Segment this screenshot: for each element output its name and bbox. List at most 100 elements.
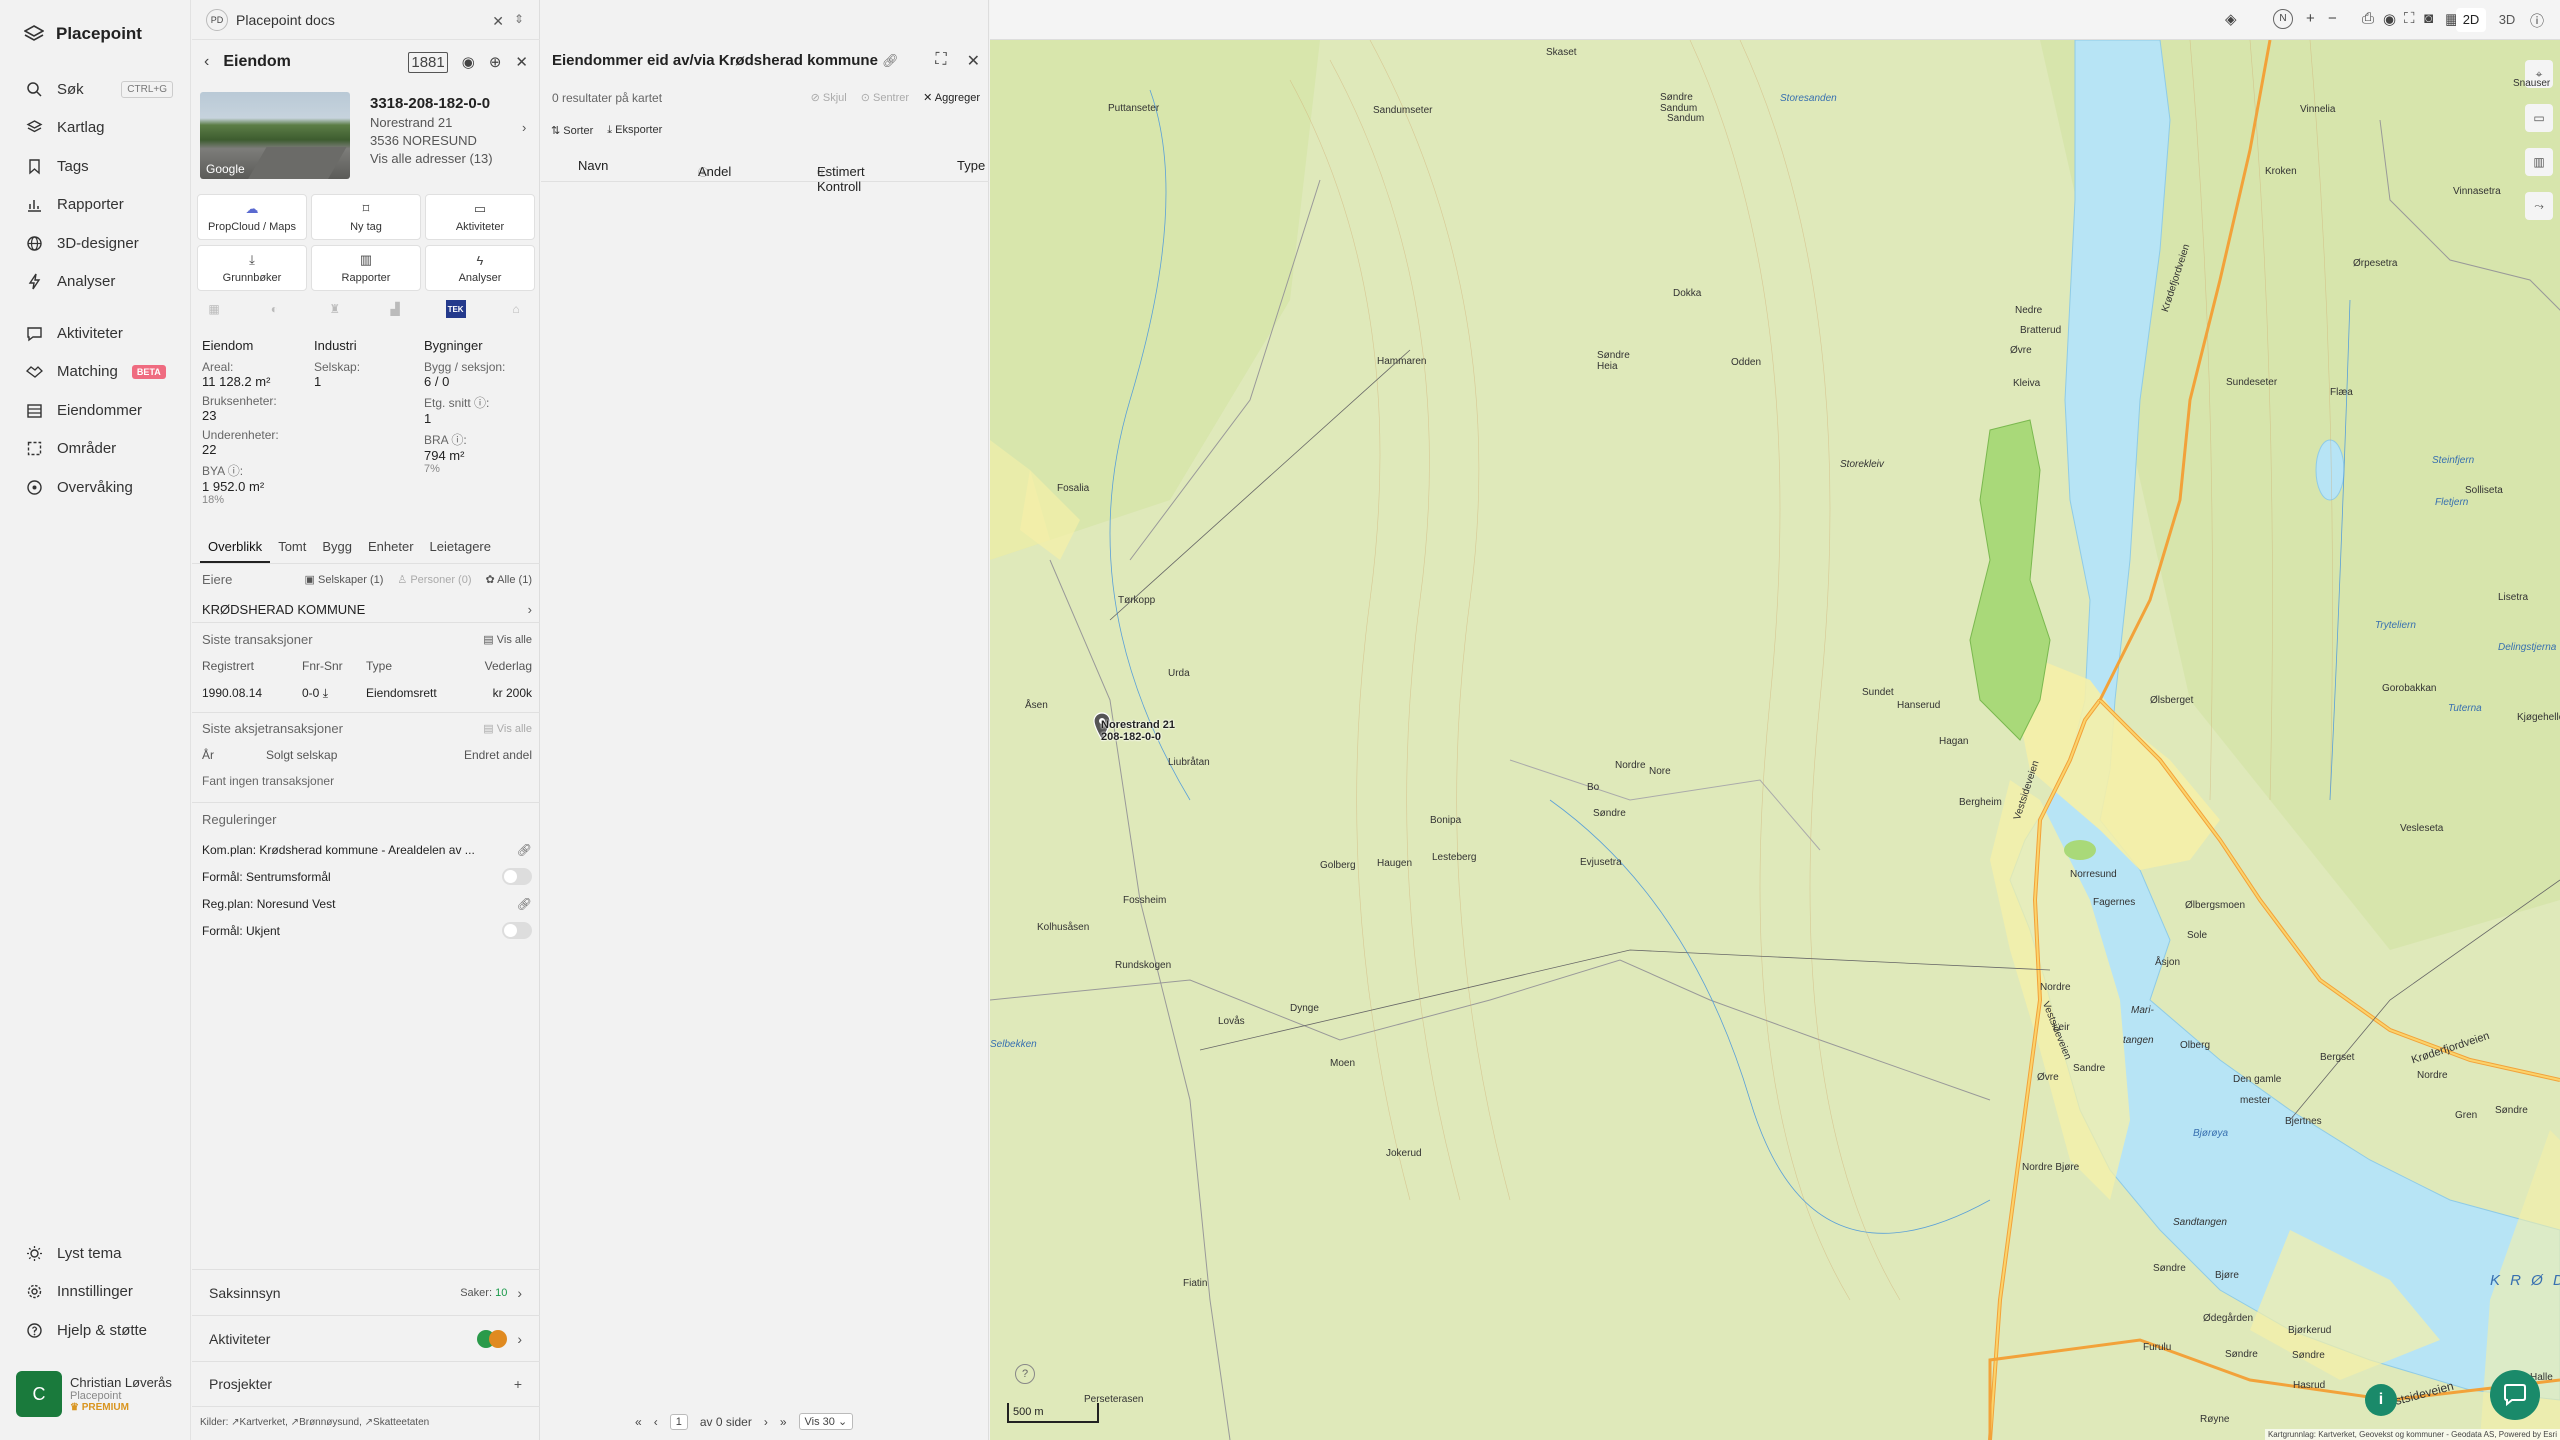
nav-item-eiendommer[interactable]: Eiendommer (0, 391, 191, 430)
link-icon[interactable]: 🔗︎ (517, 897, 532, 911)
filter-companies[interactable]: ▣ Selskaper (1) (305, 573, 384, 586)
center-button[interactable]: ⊙ Sentrer (861, 91, 909, 104)
source-globe-icon[interactable]: ◐ (264, 300, 284, 318)
source-tek-icon[interactable]: TEK (445, 300, 466, 318)
activities-button[interactable]: ▭ Aktiviteter (425, 194, 535, 240)
filter-persons[interactable]: ♙ Personer (0) (397, 573, 471, 586)
link-icon[interactable]: 🔗︎ (882, 53, 899, 68)
column-header-navn[interactable]: Navn (578, 158, 608, 173)
nav-item-3d-designer[interactable]: 3D-designer (0, 224, 191, 263)
fullscreen-icon[interactable]: ⛶ (2404, 10, 2415, 27)
mode-2d-button[interactable]: 2D (2456, 8, 2486, 32)
aktiviteter-row[interactable]: Aktiviteter › (192, 1315, 540, 1361)
source-link[interactable]: Skatteetaten (373, 1417, 429, 1428)
profile-tool-icon[interactable]: ⤳ (2525, 192, 2553, 220)
expand-icon[interactable]: ⛶ (935, 51, 946, 71)
chevron-updown-icon[interactable]: ⇕ (514, 12, 524, 26)
next-page-icon[interactable]: › (764, 1415, 768, 1429)
source-link[interactable]: Kartverket, (240, 1417, 288, 1428)
download-icon[interactable]: ⤓ (323, 686, 328, 700)
add-project-button[interactable]: + (514, 1376, 522, 1392)
camera-icon[interactable]: ◙ (2424, 10, 2433, 27)
prosjekter-row[interactable]: Prosjekter + (192, 1361, 540, 1407)
add-circle-icon[interactable]: ⊕ (489, 53, 502, 71)
mode-3d-button[interactable]: 3D (2492, 8, 2522, 32)
tab-overblikk[interactable]: Overblikk (200, 532, 271, 563)
per-page-select[interactable]: Vis 30 ⌄ (798, 1413, 854, 1430)
table-row[interactable]: 1990.08.14 0-0 ⤓ Eiendomsrett kr 200k (202, 684, 532, 702)
filter-all[interactable]: ✿ Alle (1) (485, 573, 532, 586)
docs-title[interactable]: Placepoint docs (236, 12, 335, 28)
nav-item-analyser[interactable]: Analyser (0, 263, 191, 302)
regulation-toggle[interactable] (502, 922, 532, 939)
link-icon[interactable]: 🔗︎ (517, 843, 532, 857)
chart-tool-icon[interactable]: ▥ (2525, 148, 2553, 176)
nav-item-kartlag[interactable]: Kartlag (0, 109, 191, 148)
tab-leietagere[interactable]: Leietagere (422, 532, 499, 563)
nav-item-lyst-tema[interactable]: Lyst tema (0, 1234, 191, 1273)
layers-stack-icon[interactable]: ◈ (2225, 10, 2237, 28)
user-profile[interactable]: C Christian Løverås Placepoint ♛ PREMIUM (16, 1368, 180, 1420)
nav-item-matching[interactable]: Matching BETA (0, 353, 191, 392)
info-icon[interactable]: ⓘ (2530, 11, 2544, 31)
column-header-type[interactable]: Type (957, 158, 985, 173)
map-canvas[interactable] (990, 0, 2560, 1440)
first-page-icon[interactable]: « (635, 1415, 642, 1429)
chevron-right-icon[interactable]: › (522, 120, 526, 135)
street-address[interactable]: Norestrand 21 (370, 115, 493, 130)
aggregate-button[interactable]: ✕ Aggreger (923, 91, 980, 104)
eye-icon[interactable]: ◉ (462, 53, 475, 71)
export-button[interactable]: ⤓ Eksporter (607, 124, 662, 137)
map-view[interactable]: ◈ N + − ⎙ ◉ ⛶ ◙ ▦ ⌑ 2D 3D ⓘ ⌖ ▭ ▥ ⤳ Skas… (990, 0, 2560, 1440)
propcloud-button[interactable]: ☁ PropCloud / Maps (197, 194, 307, 240)
analyses-button[interactable]: ϟ Analyser (425, 245, 535, 291)
badge-1881-icon[interactable]: 1881 (408, 51, 448, 73)
source-br-icon[interactable]: ▦ (204, 300, 224, 318)
new-tag-button[interactable]: ⌑ Ny tag (311, 194, 421, 240)
regulation-row[interactable]: Formål: Sentrumsformål (202, 863, 532, 890)
eye-icon[interactable]: ◉ (2383, 10, 2396, 28)
zoom-in-icon[interactable]: + (2306, 10, 2315, 27)
zoom-out-icon[interactable]: − (2328, 10, 2337, 27)
nav-item-rapporter[interactable]: Rapporter (0, 186, 191, 225)
close-icon[interactable]: ✕ (967, 51, 980, 71)
app-logo[interactable]: Placepoint (24, 20, 142, 48)
close-icon[interactable]: ✕ (515, 53, 528, 71)
page-input[interactable]: 1 (669, 1413, 688, 1430)
grunnboker-button[interactable]: ⤓ Grunnbøker (197, 245, 307, 291)
last-page-icon[interactable]: » (780, 1415, 787, 1429)
all-addresses-link[interactable]: Vis alle adresser (13) (370, 151, 493, 166)
nav-item-tags[interactable]: Tags (0, 147, 191, 186)
info-button[interactable]: i (2365, 1384, 2397, 1416)
nav-item-innstillinger[interactable]: Innstillinger (0, 1273, 191, 1312)
nav-item-sok[interactable]: Søk CTRL+G (0, 70, 191, 109)
show-all-transactions[interactable]: ▤ Vis alle (483, 633, 532, 646)
sort-button[interactable]: ⇅ Sorter (551, 124, 593, 137)
source-home-icon[interactable]: ⌂ (506, 300, 526, 318)
reports-button[interactable]: ▥ Rapporter (311, 245, 421, 291)
compass-north-icon[interactable]: N (2273, 9, 2293, 29)
nav-item-overvaking[interactable]: Overvåking (0, 468, 191, 507)
street-view-photo[interactable]: Google (200, 92, 350, 179)
regulation-toggle[interactable] (502, 868, 532, 885)
tab-enheter[interactable]: Enheter (360, 532, 422, 563)
nav-item-omrader[interactable]: Områder (0, 430, 191, 469)
nav-item-aktiviteter[interactable]: Aktiviteter (0, 314, 191, 353)
prev-page-icon[interactable]: ‹ (654, 1415, 658, 1429)
back-icon[interactable]: ‹ (204, 53, 209, 71)
regulation-row[interactable]: Formål: Ukjent (202, 917, 532, 944)
source-industry-icon[interactable]: ♜ (325, 300, 345, 318)
regulation-row[interactable]: Reg.plan: Noresund Vest 🔗︎ (202, 890, 532, 917)
close-icon[interactable]: ✕ (492, 13, 504, 30)
tab-bygg[interactable]: Bygg (314, 532, 360, 563)
saksinnsyn-row[interactable]: Saksinnsyn Saker: 10 › (192, 1269, 540, 1315)
chat-button[interactable] (2490, 1370, 2540, 1420)
ruler-icon[interactable]: ▭ (2525, 104, 2553, 132)
show-all-share-transactions[interactable]: ▤ Vis alle (483, 722, 532, 735)
regulation-row[interactable]: Kom.plan: Krødsherad kommune - Arealdele… (202, 836, 532, 863)
owner-row[interactable]: KRØDSHERAD KOMMUNE › (202, 594, 532, 624)
print-icon[interactable]: ⎙ (2362, 10, 2374, 27)
help-icon[interactable]: ? (1015, 1364, 1035, 1384)
tab-tomt[interactable]: Tomt (270, 532, 314, 563)
hide-button[interactable]: ⊘ Skjul (811, 91, 847, 104)
